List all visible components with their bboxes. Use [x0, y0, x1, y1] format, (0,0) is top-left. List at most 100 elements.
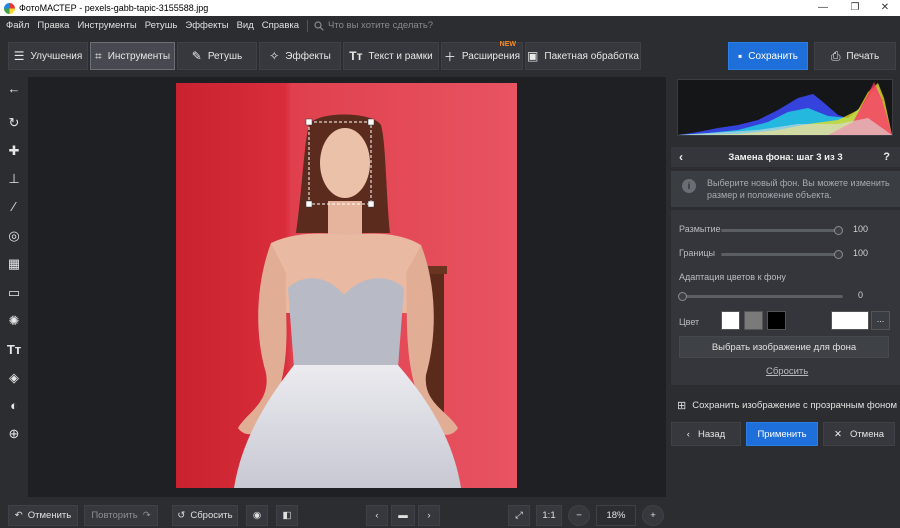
compare-icon[interactable]: ◧	[276, 505, 298, 526]
vignette-icon[interactable]: ▭	[0, 283, 28, 303]
zoom-value: 18%	[596, 505, 636, 526]
image-canvas[interactable]	[28, 77, 666, 497]
light-icon[interactable]: ✺	[0, 311, 28, 331]
command-search[interactable]: Что вы хотите сделать?	[314, 20, 433, 31]
sliders-icon: ☰	[13, 49, 25, 63]
crop-icon: ⌗	[94, 48, 102, 63]
eraser-icon[interactable]: ◐	[0, 396, 28, 416]
gradient-icon[interactable]: ▦	[0, 254, 28, 274]
menu-file[interactable]: Файл	[6, 20, 29, 31]
menu-view[interactable]: Вид	[237, 20, 254, 31]
minimize-button[interactable]: —	[808, 0, 838, 16]
reset-button[interactable]: ↺ Сбросить	[172, 505, 238, 526]
app-name: ФотоМАСТЕР	[19, 3, 77, 13]
help-button[interactable]: ?	[883, 151, 890, 163]
batch-icon: ▣	[527, 49, 539, 63]
adaptation-label: Адаптация цветов к фону	[679, 272, 786, 282]
transparent-grid-icon: ⊞	[677, 399, 687, 412]
redo-icon: ↷	[142, 510, 151, 521]
histogram-graph	[678, 82, 892, 135]
redo-button[interactable]: Повторить ↷	[84, 505, 158, 526]
info-icon: i	[682, 179, 696, 193]
menu-tools[interactable]: Инструменты	[77, 20, 136, 31]
maximize-button[interactable]: ❐	[840, 0, 870, 16]
back-button[interactable]: ‹ Назад	[671, 422, 741, 446]
borders-slider-knob[interactable]	[834, 250, 843, 259]
swatch-white[interactable]	[721, 311, 740, 330]
custom-color-swatch[interactable]	[831, 311, 869, 330]
borders-value: 100	[853, 248, 869, 258]
tab-effects[interactable]: ✧ Эффекты	[259, 42, 341, 70]
blur-value: 100	[853, 224, 869, 234]
tab-extensions[interactable]: NEW ＋ Расширения	[441, 41, 523, 70]
borders-slider[interactable]	[721, 250, 843, 259]
menu-edit[interactable]: Правка	[37, 20, 69, 31]
panel-title: Замена фона: шаг 3 из 3	[728, 151, 843, 163]
save-button[interactable]: ▪ Сохранить	[728, 42, 808, 70]
photo	[176, 83, 517, 488]
fit-screen-icon[interactable]: ⤢	[508, 505, 530, 526]
menu-effects[interactable]: Эффекты	[185, 20, 228, 31]
reset-link[interactable]: Сбросить	[766, 366, 808, 377]
undo-icon: ↶	[14, 510, 23, 521]
zoom-out-icon[interactable]: −	[568, 505, 590, 526]
reset-icon: ↺	[177, 510, 186, 521]
tab-batch[interactable]: ▣ Пакетная обработка	[525, 42, 641, 70]
brush-icon[interactable]: ⁄	[0, 197, 28, 217]
chevron-left-icon: ‹	[375, 510, 379, 521]
globe-icon[interactable]: ⊕	[0, 424, 28, 444]
swatch-black[interactable]	[767, 311, 786, 330]
more-colors-button[interactable]: ...	[871, 311, 890, 330]
stamp-icon[interactable]: ⊥	[0, 169, 28, 189]
apply-button[interactable]: Применить	[746, 422, 818, 446]
menu-help[interactable]: Справка	[262, 20, 299, 31]
panel-settings: Размытие 100 Границы 100 Адаптация цвето…	[671, 210, 900, 385]
panel-header: ‹ Замена фона: шаг 3 из 3 ?	[671, 147, 900, 167]
menu-retouch[interactable]: Ретушь	[145, 20, 178, 31]
prev-image-button[interactable]: ‹	[366, 505, 388, 526]
fill-bucket-icon[interactable]: ◈	[0, 368, 28, 388]
adaptation-slider-knob[interactable]	[678, 292, 687, 301]
blur-label: Размытие	[679, 224, 721, 234]
undo-button[interactable]: ↶ Отменить	[8, 505, 78, 526]
folder-icon[interactable]: ▬	[391, 505, 415, 526]
text-tool-icon[interactable]: Tт	[0, 340, 28, 360]
blur-slider-knob[interactable]	[834, 226, 843, 235]
chevron-left-icon: ‹	[686, 428, 690, 440]
zoom-in-icon[interactable]: +	[642, 505, 664, 526]
choose-image-button[interactable]: Выбрать изображение для фона	[679, 336, 889, 358]
tab-text-frames[interactable]: Tт Текст и рамки	[343, 42, 439, 70]
chevron-left-icon[interactable]: ‹	[679, 150, 683, 164]
main-toolbar: ☰ Улучшения ⌗ Инструменты ✎ Ретушь ✧ Эффекты…	[0, 35, 900, 77]
save-transparent-button[interactable]: ⊞ Сохранить изображение с прозрачным фон…	[671, 393, 900, 417]
brush-icon: ✎	[191, 49, 202, 63]
menu-bar: Файл Правка Инструменты Ретушь Эффекты В…	[0, 16, 900, 35]
info-text: Выберите новый фон. Вы можете изменить р…	[707, 178, 890, 200]
new-badge: NEW	[499, 41, 516, 48]
chevron-right-icon: ›	[427, 510, 431, 521]
photo-image	[176, 83, 517, 488]
eye-icon[interactable]: ◉	[246, 505, 268, 526]
adaptation-value: 0	[858, 290, 864, 300]
tab-retouch[interactable]: ✎ Ретушь	[177, 42, 257, 70]
swatch-gray[interactable]	[744, 311, 763, 330]
print-button[interactable]: ⎙ Печать	[814, 42, 896, 70]
tab-tools[interactable]: ⌗ Инструменты	[90, 42, 175, 70]
adaptation-slider[interactable]	[678, 292, 843, 301]
cancel-button[interactable]: ✕ Отмена	[823, 422, 895, 446]
file-name: pexels-gabb-tapic-3155588.jpg	[84, 3, 209, 13]
blur-slider[interactable]	[721, 226, 843, 235]
close-window-button[interactable]: ✕	[870, 0, 900, 16]
bandage-icon[interactable]: ✚	[0, 141, 28, 161]
floppy-icon: ▪	[738, 49, 743, 63]
target-icon[interactable]: ◎	[0, 226, 28, 246]
next-image-button[interactable]: ›	[418, 505, 440, 526]
histogram	[677, 79, 893, 136]
tab-enhancements[interactable]: ☰ Улучшения	[8, 42, 88, 70]
plus-icon: ＋	[443, 49, 456, 64]
back-arrow-icon[interactable]: ←	[0, 79, 28, 99]
borders-label: Границы	[679, 248, 715, 258]
search-icon	[314, 20, 324, 31]
zoom-1to1-button[interactable]: 1:1	[536, 505, 562, 526]
rotate-icon[interactable]: ↻	[0, 113, 28, 133]
